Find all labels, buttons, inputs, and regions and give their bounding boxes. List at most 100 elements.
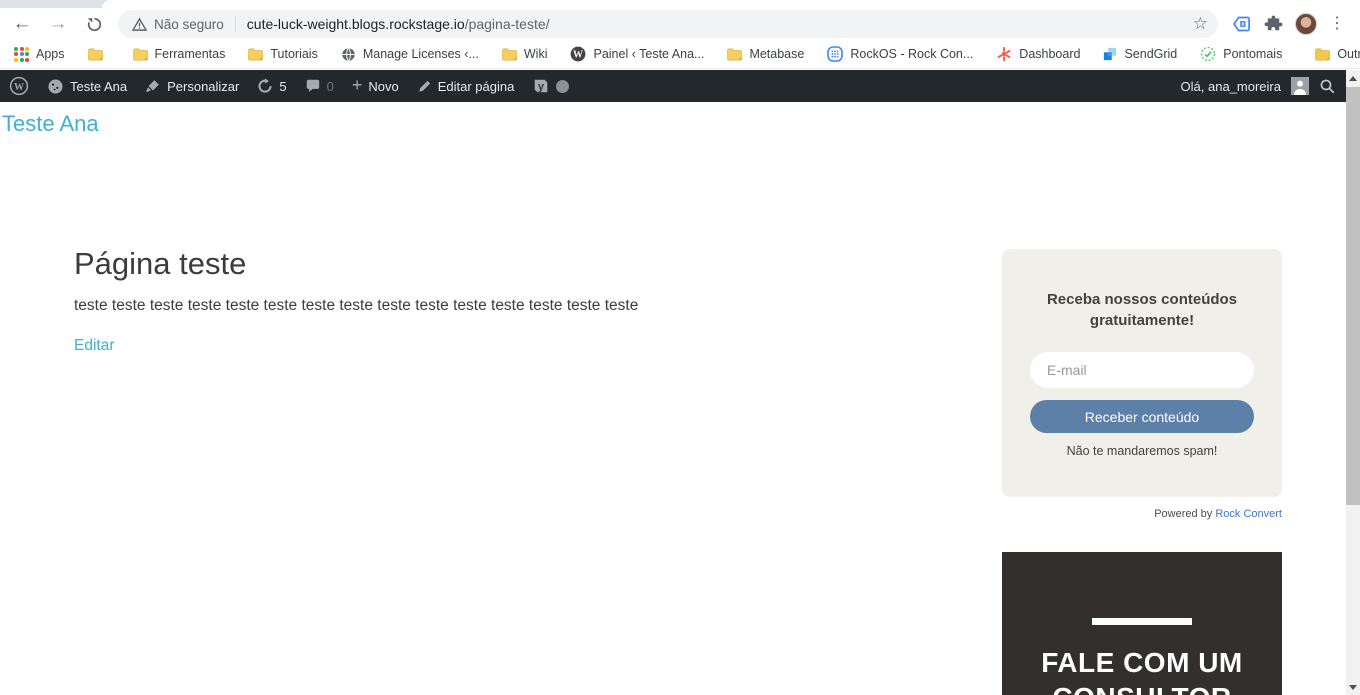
bookmark-dashboard[interactable]: Dashboard [992, 43, 1084, 65]
bookmark-label: Apps [36, 47, 65, 61]
powered-by: Powered by Rock Convert [1002, 508, 1282, 520]
folder-icon [1315, 48, 1331, 60]
scrollbar-down-arrow[interactable] [1346, 679, 1360, 695]
admin-bar-new-label: Novo [368, 78, 399, 94]
admin-bar-site-menu[interactable]: Teste Ana [38, 70, 136, 102]
bookmark-sendgrid[interactable]: SendGrid [1099, 44, 1181, 64]
site-icon [48, 79, 63, 93]
url-text[interactable]: cute-luck-weight.blogs.rockstage.io/pagi… [247, 16, 550, 32]
reload-icon [87, 17, 101, 31]
bookmark-rockos[interactable]: RockOS - Rock Con... [823, 43, 977, 65]
scrollbar-thumb[interactable] [1346, 87, 1360, 505]
user-avatar[interactable] [1291, 77, 1309, 95]
bookmarks-bar: Apps Ferramentas Tutoriais Manage Licens… [0, 40, 1360, 69]
bookmark-outros-favoritos[interactable]: Outros favoritos [1311, 44, 1360, 64]
wp-logo-menu[interactable]: W [0, 70, 38, 102]
apps-grid-icon [14, 46, 29, 62]
folder-icon [87, 48, 103, 60]
page-title: Página teste [74, 246, 247, 281]
search-icon[interactable] [1319, 78, 1336, 95]
browser-toolbar: ← → Não seguro cute-luck-weight.blogs.ro… [0, 8, 1360, 40]
address-bar[interactable]: Não seguro cute-luck-weight.blogs.rockst… [118, 10, 1218, 38]
hubspot-sprocket-icon [997, 46, 1011, 62]
not-secure-warning-icon [132, 16, 147, 31]
bookmark-tutoriais[interactable]: Tutoriais [244, 44, 321, 64]
profile-avatar[interactable] [1295, 13, 1317, 35]
newsletter-disclaimer: Não te mandaremos spam! [1066, 444, 1218, 458]
email-input[interactable] [1030, 352, 1254, 388]
forward-button[interactable]: → [44, 10, 72, 38]
admin-bar-edit-page[interactable]: Editar página [408, 70, 524, 102]
bookmark-label: SendGrid [1124, 47, 1178, 61]
page-scrollbar[interactable] [1346, 70, 1360, 695]
bookmark-wiki[interactable]: Wiki [498, 44, 552, 64]
powered-by-text: Powered by [1154, 508, 1213, 520]
bookmark-ferramentas[interactable]: Ferramentas [129, 44, 230, 64]
bookmark-metabase[interactable]: Metabase [723, 44, 808, 64]
admin-bar-new[interactable]: + Novo [343, 70, 408, 102]
rock-convert-link[interactable]: Rock Convert [1215, 508, 1282, 520]
security-label[interactable]: Não seguro [154, 17, 224, 32]
rockos-icon [827, 46, 844, 62]
reload-button[interactable] [80, 10, 108, 38]
admin-bar-updates[interactable]: 5 [248, 70, 295, 102]
plus-icon: + [351, 75, 363, 95]
bookmark-star-icon[interactable]: ☆ [1193, 14, 1208, 34]
url-path: /pagina-teste/ [464, 16, 550, 32]
page-body-text: teste teste teste teste teste teste test… [74, 297, 639, 314]
admin-bar-edit-label: Editar página [437, 78, 515, 94]
updates-count: 5 [279, 78, 287, 94]
wp-admin-bar: W Teste Ana Personalizar 5 0 + Novo Edit… [0, 70, 1346, 102]
admin-bar-customize[interactable]: Personalizar [136, 70, 248, 102]
extensions-puzzle-icon[interactable] [1264, 15, 1283, 34]
bookmark-label: Painel ‹ Teste Ana... [593, 47, 705, 61]
comments-icon [306, 79, 319, 92]
folder-icon [727, 48, 743, 60]
bookmark-label: Outros favoritos [1337, 47, 1360, 61]
svg-text:y: y [538, 81, 544, 93]
browser-menu-icon[interactable]: ⋮ [1329, 16, 1345, 32]
tab-strip [0, 0, 1360, 8]
svg-text:W: W [14, 82, 24, 93]
bookmark-pontomais[interactable]: Pontomais [1196, 43, 1286, 65]
site-title-link[interactable]: Teste Ana [2, 111, 99, 137]
folder-icon [502, 48, 517, 60]
consultant-banner[interactable]: FALE COM UM CONSULTOR [1002, 552, 1282, 695]
bookmark-manage-licenses[interactable]: Manage Licenses ‹... [337, 44, 483, 65]
scrollbar-up-arrow[interactable] [1346, 70, 1360, 86]
newsletter-title: Receba nossos conteúdos gratuitamente! [1046, 291, 1238, 329]
wordpress-logo-icon: W [9, 76, 29, 96]
bookmark-folder-unnamed[interactable] [84, 45, 114, 64]
yoast-seo-icon: y [535, 79, 548, 93]
bookmark-label: Wiki [523, 47, 548, 61]
admin-bar-greeting[interactable]: Olá, ana_moreira [1181, 79, 1281, 94]
bookmark-painel[interactable]: W Painel ‹ Teste Ana... [566, 43, 708, 65]
page-viewport: W Teste Ana Personalizar 5 0 + Novo Edit… [0, 70, 1360, 695]
globe-icon [342, 47, 355, 61]
pontomais-check-icon [1201, 46, 1216, 62]
bookmark-label: Ferramentas [154, 47, 226, 61]
sendgrid-icon [1104, 47, 1117, 61]
updates-icon [258, 78, 272, 93]
banner-divider-bar [1092, 618, 1192, 625]
admin-bar-yoast[interactable]: y [523, 70, 578, 102]
url-host: cute-luck-weight.blogs.rockstage.io [246, 16, 465, 32]
admin-bar-comments[interactable]: 0 [296, 70, 343, 102]
omnibox-divider [234, 16, 236, 32]
admin-bar-site-name: Teste Ana [70, 78, 128, 94]
folder-icon [132, 48, 148, 60]
bookmark-label: Dashboard [1019, 47, 1081, 61]
yoast-status-circle-icon [556, 79, 570, 93]
edit-page-link[interactable]: Editar [74, 337, 115, 355]
svg-text:W: W [573, 50, 583, 61]
receive-content-button[interactable]: Receber conteúdo [1030, 400, 1254, 433]
newsletter-widget: Receba nossos conteúdos gratuitamente! R… [1002, 249, 1282, 497]
bookmark-apps[interactable]: Apps [10, 44, 69, 65]
admin-bar-customize-label: Personalizar [167, 78, 240, 94]
browser-window: ← → Não seguro cute-luck-weight.blogs.ro… [0, 0, 1360, 695]
back-button[interactable]: ← [8, 10, 36, 38]
pencil-icon [419, 80, 430, 92]
tag-extension-icon[interactable] [1232, 14, 1252, 34]
bookmark-label: Pontomais [1223, 47, 1283, 61]
paintbrush-icon [145, 80, 159, 92]
